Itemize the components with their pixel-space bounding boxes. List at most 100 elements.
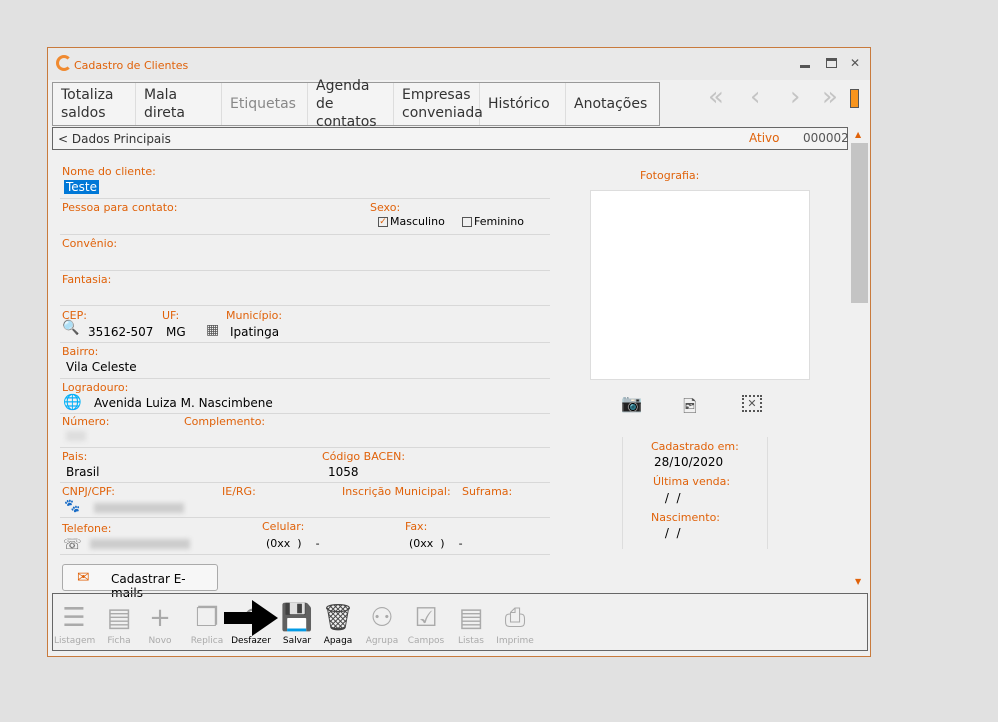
- desfazer-label: Desfazer: [231, 636, 271, 646]
- salvar-button[interactable]: 💾 Salvar: [277, 600, 317, 646]
- image-file-icon[interactable]: 🖻: [683, 394, 697, 423]
- arrow-annotation-icon: [224, 600, 278, 636]
- section-header[interactable]: < Dados Principais Ativo 000002: [52, 127, 849, 150]
- ficha-label: Ficha: [107, 636, 131, 646]
- copy-icon: ❐: [195, 603, 219, 633]
- numero-input[interactable]: [66, 431, 86, 441]
- tab-agenda-contatos[interactable]: Agenda de contatos: [308, 78, 394, 130]
- remove-photo-icon[interactable]: ✕: [742, 395, 762, 412]
- ultima-venda-value: / /: [661, 491, 681, 505]
- pais-row: Pais: Brasil Código BACEN: 1058: [60, 448, 550, 483]
- status-indicator: [850, 89, 859, 108]
- record-code: 000002: [803, 131, 849, 145]
- telefone-row: Telefone: ☏ Celular: (0xx ) - Fax: (0xx …: [60, 518, 550, 555]
- scrollbar[interactable]: ▲ ▼: [850, 127, 868, 591]
- minimize-button[interactable]: [800, 65, 810, 68]
- tab-bar: Totaliza saldos Mala direta Etiquetas Ag…: [52, 78, 660, 130]
- fotografia-label: Fotografia:: [640, 169, 700, 182]
- tab-totaliza-saldos[interactable]: Totaliza saldos: [53, 83, 136, 125]
- telefone-input[interactable]: [90, 539, 190, 549]
- convenio-row: Convênio:: [60, 235, 550, 271]
- scroll-up-icon[interactable]: ▲: [855, 130, 861, 139]
- scroll-thumb[interactable]: [851, 143, 868, 303]
- tab-anotacoes[interactable]: Anotações: [566, 83, 652, 125]
- first-record-button[interactable]: «: [708, 82, 724, 112]
- logradouro-row: Logradouro: 🌐 Avenida Luiza M. Nascimben…: [60, 379, 550, 414]
- scroll-down-icon[interactable]: ▼: [855, 577, 861, 586]
- paw-icon[interactable]: 🐾: [64, 499, 80, 514]
- novo-button[interactable]: + Novo: [140, 600, 180, 646]
- suframa-label: Suframa:: [462, 485, 513, 498]
- pais-input[interactable]: Brasil: [66, 465, 99, 479]
- cadastro-window: Cadastro de Clientes ✕ Totaliza saldos M…: [47, 47, 871, 657]
- tab-empresas-conveniada[interactable]: Empresas conveniada: [394, 83, 483, 125]
- fantasia-row: Fantasia:: [60, 271, 550, 306]
- logradouro-input[interactable]: Avenida Luiza M. Nascimbene: [94, 396, 273, 410]
- municipio-input[interactable]: Ipatinga: [230, 325, 279, 339]
- bacen-input[interactable]: 1058: [328, 465, 359, 479]
- uf-label: UF:: [162, 309, 180, 322]
- maximize-button[interactable]: [826, 58, 837, 68]
- next-record-button[interactable]: ›: [790, 82, 800, 112]
- replica-button[interactable]: ❐ Replica: [187, 600, 227, 646]
- celular-input[interactable]: (0xx ) -: [266, 537, 320, 550]
- apaga-button[interactable]: 🗑 Apaga: [318, 600, 358, 646]
- agrupa-label: Agrupa: [365, 636, 399, 646]
- app-logo-icon: [56, 55, 72, 71]
- phone-add-icon[interactable]: ☏: [63, 535, 82, 553]
- apaga-label: Apaga: [323, 636, 353, 646]
- feminino-checkbox[interactable]: [462, 217, 472, 227]
- search-cep-icon[interactable]: 🔍: [62, 320, 79, 336]
- municipio-label: Município:: [226, 309, 283, 322]
- photo-box[interactable]: [590, 190, 810, 380]
- cep-input[interactable]: 35162-507: [88, 325, 153, 339]
- tab-etiquetas[interactable]: Etiquetas: [222, 83, 308, 125]
- checklist-icon: ☑: [414, 603, 438, 633]
- campos-button[interactable]: ☑ Campos: [406, 600, 446, 646]
- listagem-label: Listagem: [54, 636, 96, 646]
- agrupa-button[interactable]: ⚇ Agrupa: [362, 600, 402, 646]
- save-icon: 💾: [280, 603, 314, 633]
- imprime-button[interactable]: ⎙ Imprime: [495, 600, 535, 646]
- nome-input[interactable]: Teste: [64, 180, 100, 194]
- group-icon: ⚇: [370, 603, 394, 633]
- close-button[interactable]: ✕: [850, 56, 860, 70]
- nascimento-label: Nascimento:: [651, 511, 721, 524]
- cadastrar-emails-button[interactable]: ✉ Cadastrar E-mails: [62, 564, 218, 600]
- tab-historico[interactable]: Histórico: [480, 83, 566, 125]
- contato-label: Pessoa para contato:: [62, 201, 178, 214]
- fax-input[interactable]: (0xx ) -: [409, 537, 463, 550]
- status-badge: Ativo: [749, 131, 780, 145]
- printer-icon: ⎙: [504, 603, 526, 633]
- plus-icon: +: [149, 603, 171, 633]
- ficha-button[interactable]: ▤ Ficha: [99, 600, 139, 646]
- documentos-row: CNPJ/CPF: 🐾 IE/RG: Inscrição Municipal: …: [60, 483, 550, 518]
- window-title: Cadastro de Clientes: [74, 59, 189, 72]
- last-record-button[interactable]: »: [822, 82, 838, 112]
- masculino-label: Masculino: [390, 215, 445, 228]
- campos-label: Campos: [407, 636, 445, 646]
- list-box-icon: ▤: [458, 603, 484, 633]
- listas-label: Listas: [458, 636, 484, 646]
- listagem-button[interactable]: ☰ Listagem: [54, 600, 96, 646]
- bairro-input[interactable]: Vila Celeste: [66, 360, 137, 374]
- tab-mala-direta[interactable]: Mala direta: [136, 83, 222, 125]
- prev-record-button[interactable]: ‹: [750, 82, 760, 112]
- cnpj-label: CNPJ/CPF:: [62, 485, 115, 498]
- dates-panel: Cadastrado em: 28/10/2020 Última venda: …: [622, 437, 768, 549]
- document-icon: ▤: [106, 603, 132, 633]
- building-icon[interactable]: ▦: [206, 322, 219, 338]
- uf-input[interactable]: MG: [166, 325, 186, 339]
- feminino-label: Feminino: [474, 215, 524, 228]
- cnpj-input[interactable]: [94, 503, 184, 513]
- masculino-checkbox[interactable]: ✓: [378, 217, 388, 227]
- camera-icon[interactable]: 📷: [621, 394, 642, 414]
- globe-icon[interactable]: 🌐: [63, 393, 82, 411]
- nome-label: Nome do cliente:: [62, 165, 156, 178]
- ultima-venda-label: Última venda:: [653, 475, 731, 488]
- listas-button[interactable]: ▤ Listas: [451, 600, 491, 646]
- cadastrado-value: 28/10/2020: [654, 455, 724, 469]
- nome-row: Nome do cliente: Teste: [60, 163, 550, 199]
- salvar-label: Salvar: [282, 636, 312, 646]
- imprime-label: Imprime: [496, 636, 534, 646]
